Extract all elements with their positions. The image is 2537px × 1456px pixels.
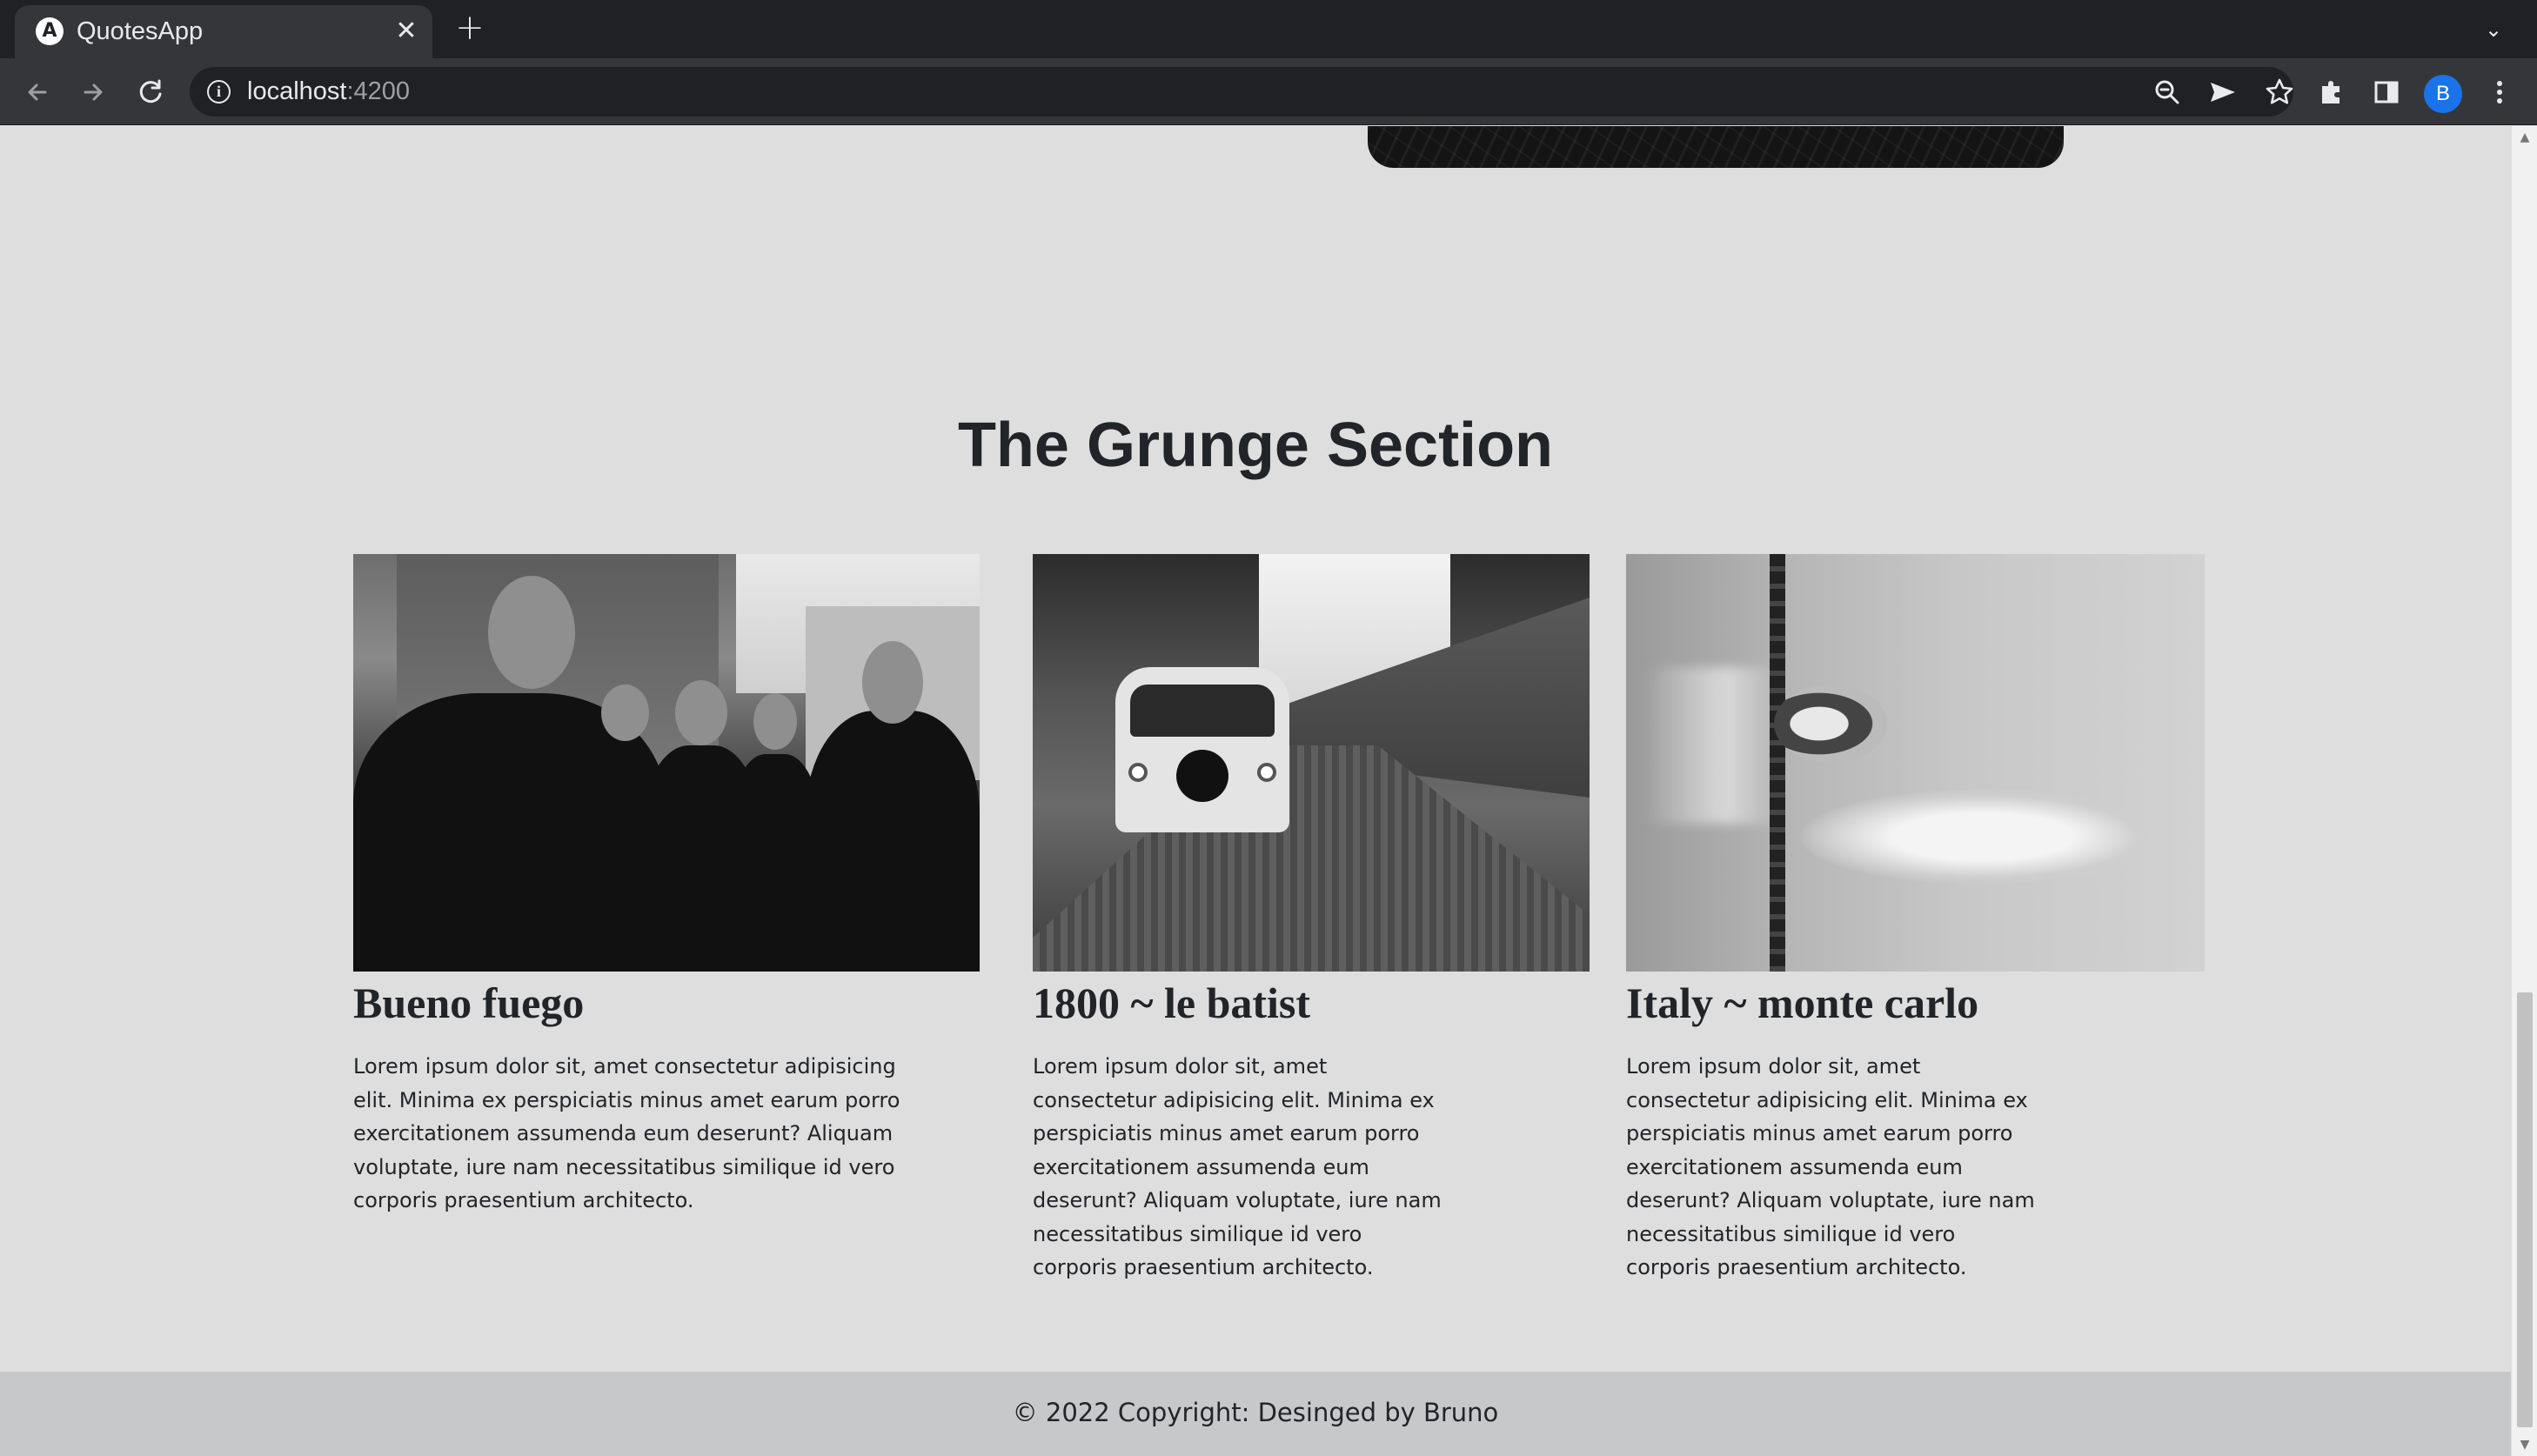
card-title: Bueno fuego — [353, 978, 585, 1027]
footer-copyright: © 2022 Copyright: Desinged by Bruno — [1012, 1398, 1499, 1427]
page-scrollbar[interactable]: ▲ ▼ — [2511, 126, 2537, 1456]
reload-icon[interactable] — [132, 74, 169, 110]
new-tab-icon[interactable]: + — [452, 10, 487, 45]
address-bar[interactable]: i localhost:4200 — [190, 67, 2293, 117]
card-text: Lorem ipsum dolor sit, amet consectetur … — [353, 1054, 900, 1212]
card-title: 1800 ~ le batist — [1033, 978, 1311, 1027]
card-image-crew — [353, 554, 980, 972]
browser-tab[interactable]: A QuotesApp ✕ — [15, 5, 432, 58]
star-icon[interactable] — [2261, 74, 2298, 110]
back-icon[interactable] — [19, 74, 56, 110]
tab-search-icon[interactable]: ⌄ — [2476, 12, 2511, 47]
browser-tab-strip: A QuotesApp ✕ + ⌄ — [0, 0, 2537, 58]
section-title: The Grunge Section — [957, 411, 1554, 480]
scroll-up-icon[interactable]: ▲ — [2512, 126, 2537, 149]
card-text: Lorem ipsum dolor sit, amet consectetur … — [1626, 1054, 2035, 1279]
hero-image-bottom — [1368, 126, 2064, 168]
scroll-down-icon[interactable]: ▼ — [2512, 1433, 2537, 1456]
forward-icon[interactable] — [75, 74, 111, 110]
card-image-street — [1033, 554, 1590, 972]
send-icon[interactable] — [2204, 74, 2240, 110]
card-le-batist: 1800 ~ le batist Lorem ipsum dolor sit, … — [1033, 554, 1590, 1285]
side-panel-icon[interactable] — [2368, 74, 2405, 110]
close-tab-icon[interactable]: ✕ — [389, 14, 424, 49]
browser-toolbar: i localhost:4200 B — [0, 58, 2537, 125]
card-text: Lorem ipsum dolor sit, amet consectetur … — [1033, 1054, 1442, 1279]
tab-title: QuotesApp — [77, 17, 204, 45]
page-footer: © 2022 Copyright: Desinged by Bruno — [0, 1372, 2511, 1456]
angular-favicon-icon: A — [36, 17, 64, 45]
card-image-swimmer — [1626, 554, 2205, 972]
card-title: Italy ~ monte carlo — [1626, 978, 1979, 1027]
profile-avatar[interactable]: B — [2424, 75, 2462, 113]
zoom-icon[interactable] — [2149, 74, 2186, 110]
site-info-icon[interactable]: i — [207, 80, 231, 104]
menu-icon[interactable] — [2481, 74, 2518, 110]
card-monte-carlo: Italy ~ monte carlo Lorem ipsum dolor si… — [1626, 554, 2205, 1285]
url-text: localhost:4200 — [247, 77, 411, 105]
page-viewport: The Grunge Section Bueno fuego Lorem ips… — [0, 126, 2511, 1456]
extensions-icon[interactable] — [2313, 74, 2350, 110]
scrollbar-thumb[interactable] — [2517, 992, 2533, 1427]
card-bueno-fuego: Bueno fuego Lorem ipsum dolor sit, amet … — [353, 554, 980, 1218]
